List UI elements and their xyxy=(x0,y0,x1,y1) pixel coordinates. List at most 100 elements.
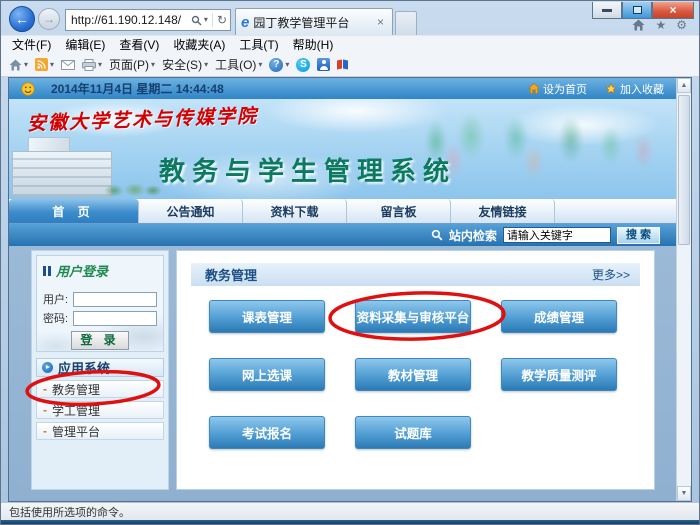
search-dropdown-icon[interactable]: ▾ xyxy=(204,16,208,24)
menu-view[interactable]: 查看(V) xyxy=(112,36,166,53)
contacts-icon[interactable] xyxy=(317,58,330,71)
nav-tab-downloads[interactable]: 资料下载 xyxy=(243,199,347,223)
refresh-icon[interactable]: ↻ xyxy=(217,13,227,27)
button-data-collection-review[interactable]: 资料采集与审核平台 xyxy=(355,300,471,333)
menu-favorites[interactable]: 收藏夹(A) xyxy=(166,36,232,53)
minimize-icon xyxy=(602,9,612,12)
application-systems-header: 应用系统 xyxy=(36,358,164,377)
maximize-icon xyxy=(633,6,642,14)
minimize-button[interactable] xyxy=(592,2,622,19)
site-banner: 安徽大学艺术与传媒学院 教务与学生管理系统 xyxy=(9,99,676,199)
page-menu-button[interactable]: 页面(P) ▾ xyxy=(109,56,155,73)
chevron-down-icon: ▾ xyxy=(151,61,155,69)
username-label: 用户: xyxy=(43,291,73,307)
menu-file[interactable]: 文件(F) xyxy=(5,36,58,53)
divider xyxy=(212,13,213,27)
set-homepage-label: 设为首页 xyxy=(543,81,587,97)
print-menu-button[interactable]: ▾ xyxy=(82,59,102,71)
status-bar: 包括使用所选项的命令。 xyxy=(1,502,699,520)
home-icon xyxy=(528,83,540,94)
login-panel-title: 用户登录 xyxy=(56,261,108,280)
sidebar-item-management-platform[interactable]: - 管理平台 xyxy=(36,422,164,440)
browser-tab[interactable]: e 园丁教学管理平台 × xyxy=(235,8,393,35)
scroll-up-button[interactable]: ▲ xyxy=(677,78,691,93)
nav-tab-announcements[interactable]: 公告通知 xyxy=(139,199,243,223)
header-bars-icon xyxy=(43,266,51,276)
command-bar: ▾ ▾ ▾ 页面(P) ▾ 安全(S) ▾ 工具(O) ▾ ? ▾ xyxy=(1,53,699,77)
page-scrollbar[interactable]: ▲ ▼ xyxy=(676,78,691,501)
skype-icon[interactable]: S xyxy=(296,58,310,72)
more-link[interactable]: 更多>> xyxy=(592,266,630,283)
tools-menu-button[interactable]: 工具(O) ▾ xyxy=(215,56,262,73)
tab-title: 园丁教学管理平台 xyxy=(253,14,370,31)
browser-window: ← → http://61.190.12.148/ ▾ ↻ e 园丁教学管理平台… xyxy=(0,0,700,525)
menu-tools[interactable]: 工具(T) xyxy=(232,36,285,53)
menu-help[interactable]: 帮助(H) xyxy=(286,36,341,53)
chevron-down-icon: ▾ xyxy=(50,61,54,69)
settings-gear-icon[interactable]: ⚙ xyxy=(676,19,687,31)
menu-edit[interactable]: 编辑(E) xyxy=(58,36,112,53)
search-input[interactable] xyxy=(503,227,611,243)
sidebar-item-label: 管理平台 xyxy=(52,423,100,440)
chevron-down-icon: ▾ xyxy=(204,61,208,69)
favorites-star-icon[interactable]: ★ xyxy=(655,19,666,31)
campus-building-image xyxy=(12,135,162,197)
url-text[interactable]: http://61.190.12.148/ xyxy=(66,13,191,27)
back-button[interactable]: ← xyxy=(9,6,35,32)
help-menu-button[interactable]: ? ▾ xyxy=(269,58,289,72)
chevron-down-icon: ▾ xyxy=(285,61,289,69)
new-tab-button[interactable] xyxy=(395,11,417,35)
button-textbook-management[interactable]: 教材管理 xyxy=(355,358,471,391)
button-exam-registration[interactable]: 考试报名 xyxy=(209,416,325,449)
button-online-course-selection[interactable]: 网上选课 xyxy=(209,358,325,391)
button-timetable-management[interactable]: 课表管理 xyxy=(209,300,325,333)
menu-bar: 文件(F) 编辑(E) 查看(V) 收藏夹(A) 工具(T) 帮助(H) xyxy=(1,35,699,53)
search-icon[interactable] xyxy=(191,15,202,26)
sidebar-item-label: 学工管理 xyxy=(52,402,100,419)
application-systems-label: 应用系统 xyxy=(58,358,110,377)
scrollbar-thumb[interactable] xyxy=(678,95,690,245)
address-bar[interactable]: http://61.190.12.148/ ▾ ↻ xyxy=(65,9,231,31)
username-field[interactable] xyxy=(73,292,157,307)
close-window-button[interactable]: × xyxy=(652,2,694,19)
button-question-bank[interactable]: 试题库 xyxy=(355,416,471,449)
nav-tab-links[interactable]: 友情链接 xyxy=(451,199,555,223)
dash-icon: - xyxy=(43,382,47,396)
tools-menu-label: 工具(O) xyxy=(215,56,256,73)
feeds-menu-button[interactable]: ▾ xyxy=(35,58,54,71)
safety-menu-button[interactable]: 安全(S) ▾ xyxy=(162,56,208,73)
close-tab-icon[interactable]: × xyxy=(374,15,387,29)
add-favorite-link[interactable]: 加入收藏 xyxy=(605,81,664,97)
set-homepage-link[interactable]: 设为首页 xyxy=(528,81,587,97)
rss-icon xyxy=(35,58,48,71)
forward-button[interactable]: → xyxy=(38,8,60,30)
close-icon: × xyxy=(669,3,676,17)
read-mail-button[interactable] xyxy=(61,60,75,70)
scroll-down-button[interactable]: ▼ xyxy=(677,486,691,501)
section-title: 教务管理 xyxy=(205,265,257,284)
button-teaching-quality-evaluation[interactable]: 教学质量测评 xyxy=(501,358,617,391)
chevron-down-icon: ▾ xyxy=(98,61,102,69)
sidebar-item-student-affairs[interactable]: - 学工管理 xyxy=(36,401,164,419)
home-icon[interactable] xyxy=(632,19,645,31)
nav-tab-home[interactable]: 首 页 xyxy=(9,199,139,223)
maximize-button[interactable] xyxy=(622,2,652,19)
login-button[interactable]: 登 录 xyxy=(71,331,129,350)
printer-icon xyxy=(82,59,96,71)
home-menu-button[interactable]: ▾ xyxy=(9,59,28,71)
sidebar-item-academic-affairs[interactable]: - 教务管理 xyxy=(36,380,164,398)
chevron-down-icon: ▾ xyxy=(24,61,28,69)
search-button[interactable]: 搜 索 xyxy=(617,227,660,244)
nav-tab-message-board[interactable]: 留言板 xyxy=(347,199,451,223)
home-icon xyxy=(9,59,22,71)
site-search-label: 站内检索 xyxy=(449,227,497,244)
page-menu-label: 页面(P) xyxy=(109,56,149,73)
main-panel: 教务管理 更多>> 课表管理 资料采集与审核平台 成绩管理 网上选课 教材管理 … xyxy=(176,250,655,490)
add-favorite-label: 加入收藏 xyxy=(620,81,664,97)
button-grade-management[interactable]: 成绩管理 xyxy=(501,300,617,333)
mail-icon xyxy=(61,60,75,70)
login-panel: 用户登录 用户: 密码: 登 录 xyxy=(36,255,164,352)
scrollbar-track[interactable] xyxy=(677,247,691,486)
share-icon[interactable] xyxy=(337,60,348,69)
password-field[interactable] xyxy=(73,311,157,326)
